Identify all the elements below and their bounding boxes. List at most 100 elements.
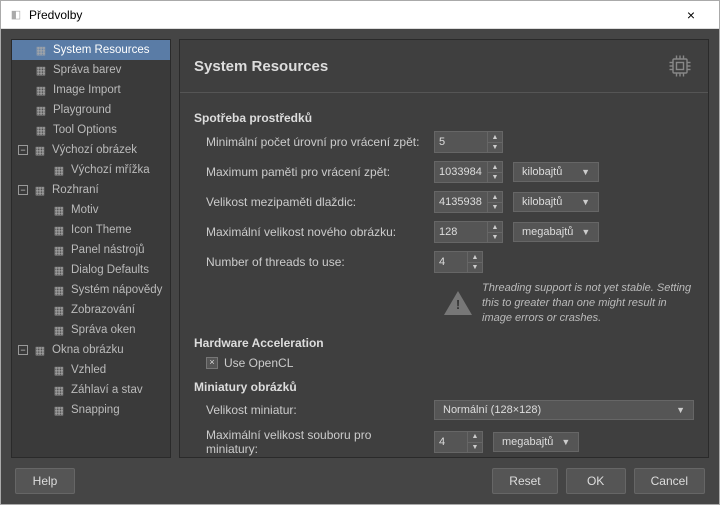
tile-cache-input[interactable] — [434, 191, 488, 213]
unit-label: kilobajtů — [522, 196, 562, 208]
sidebar-item-label: Záhlaví a stav — [71, 384, 143, 396]
section-title-hwaccel: Hardware Acceleration — [194, 336, 694, 350]
tile-cache-unit[interactable]: kilobajtů ▼ — [513, 192, 599, 212]
sidebar-item[interactable]: ▦Systém nápovědy — [12, 280, 170, 300]
sidebar-item-icon: ▦ — [34, 123, 48, 137]
sidebar-item-icon: ▦ — [33, 183, 47, 197]
label-tile-cache: Velikost mezipaměti dlaždic: — [194, 195, 424, 209]
sidebar-item-label: Okna obrázku — [52, 344, 124, 356]
label-thumb-max: Maximální velikost souboru pro miniatury… — [194, 428, 424, 456]
app-icon: ◧ — [9, 8, 23, 22]
sidebar-item-icon: ▦ — [52, 383, 66, 397]
ok-button[interactable]: OK — [566, 468, 626, 494]
reset-button[interactable]: Reset — [492, 468, 557, 494]
sidebar-item[interactable]: −▦ Rozhraní — [12, 180, 170, 200]
label-threads: Number of threads to use: — [194, 255, 424, 269]
sidebar-item[interactable]: ▦Snapping — [12, 400, 170, 420]
undo-levels-input[interactable] — [434, 131, 488, 153]
spin-down-icon[interactable]: ▼ — [488, 142, 502, 152]
undo-memory-input[interactable] — [434, 161, 488, 183]
spin-down-icon[interactable]: ▼ — [488, 172, 502, 182]
sidebar-item-label: Výchozí mřížka — [71, 164, 150, 176]
sidebar-item-icon: ▦ — [34, 43, 48, 57]
undo-levels-spinner[interactable]: ▲▼ — [434, 131, 503, 153]
sidebar-item-label: Zobrazování — [71, 304, 135, 316]
spin-down-icon[interactable]: ▼ — [468, 442, 482, 452]
sidebar-item[interactable]: ▦Dialog Defaults — [12, 260, 170, 280]
max-new-image-spinner[interactable]: ▲▼ — [434, 221, 503, 243]
spin-down-icon[interactable]: ▼ — [488, 202, 502, 212]
unit-label: megabajtů — [522, 226, 573, 238]
sidebar-item-label: Vzhled — [71, 364, 106, 376]
sidebar-item[interactable]: ▦Správa barev — [12, 60, 170, 80]
thumb-size-value: Normální (128×128) — [443, 404, 541, 416]
threads-spinner[interactable]: ▲▼ — [434, 251, 483, 273]
undo-memory-unit[interactable]: kilobajtů ▼ — [513, 162, 599, 182]
sidebar-item[interactable]: ▦Výchozí mřížka — [12, 160, 170, 180]
sidebar-item-label: Rozhraní — [52, 184, 99, 196]
undo-memory-spinner[interactable]: ▲▼ — [434, 161, 503, 183]
spin-up-icon[interactable]: ▲ — [488, 132, 502, 142]
sidebar-item[interactable]: ▦Icon Theme — [12, 220, 170, 240]
sidebar-item-label: Playground — [53, 104, 111, 116]
cancel-button[interactable]: Cancel — [634, 468, 705, 494]
sidebar-item[interactable]: ▦Motiv — [12, 200, 170, 220]
sidebar-item[interactable]: −▦ Okna obrázku — [12, 340, 170, 360]
chip-icon — [666, 52, 694, 80]
sidebar-item[interactable]: ▦Správa oken — [12, 320, 170, 340]
max-new-image-unit[interactable]: megabajtů ▼ — [513, 222, 599, 242]
sidebar-item[interactable]: ▦ System Resources — [12, 40, 170, 60]
max-new-image-input[interactable] — [434, 221, 488, 243]
thumb-max-unit[interactable]: megabajtů ▼ — [493, 432, 579, 452]
sidebar-item-icon: ▦ — [52, 203, 66, 217]
spin-up-icon[interactable]: ▲ — [488, 222, 502, 232]
spin-down-icon[interactable]: ▼ — [468, 262, 482, 272]
window-title: Předvolby — [29, 8, 82, 22]
sidebar-item-icon: ▦ — [52, 363, 66, 377]
sidebar-item-label: System Resources — [53, 44, 150, 56]
sidebar-item-icon: ▦ — [52, 263, 66, 277]
sidebar-item[interactable]: ▦Image Import — [12, 80, 170, 100]
label-undo-levels: Minimální počet úrovní pro vrácení zpět: — [194, 135, 424, 149]
thumb-max-input[interactable] — [434, 431, 468, 453]
spin-up-icon[interactable]: ▲ — [468, 432, 482, 442]
spin-up-icon[interactable]: ▲ — [488, 162, 502, 172]
thumb-max-spinner[interactable]: ▲▼ — [434, 431, 483, 453]
sidebar-item-icon: ▦ — [52, 303, 66, 317]
unit-label: kilobajtů — [522, 166, 562, 178]
sidebar-item[interactable]: ▦ Záhlaví a stav — [12, 380, 170, 400]
section-title-resources: Spotřeba prostředků — [194, 111, 694, 125]
sidebar-item[interactable]: ▦ Zobrazování — [12, 300, 170, 320]
sidebar-item[interactable]: ▦Panel nástrojů — [12, 240, 170, 260]
sidebar-item[interactable]: ▦Playground — [12, 100, 170, 120]
sidebar-item-icon: ▦ — [34, 63, 48, 77]
sidebar-item-icon: ▦ — [33, 343, 47, 357]
close-button[interactable]: × — [671, 7, 711, 23]
titlebar: ◧ Předvolby × — [1, 1, 719, 29]
label-undo-memory: Maximum paměti pro vrácení zpět: — [194, 165, 424, 179]
sidebar-item[interactable]: ▦ Vzhled — [12, 360, 170, 380]
sidebar-item-label: Snapping — [71, 404, 120, 416]
help-button[interactable]: Help — [15, 468, 75, 494]
tree-expander-icon[interactable]: − — [18, 185, 28, 195]
sidebar-item-label: Systém nápovědy — [71, 284, 162, 296]
sidebar-item-label: Správa oken — [71, 324, 136, 336]
spin-down-icon[interactable]: ▼ — [488, 232, 502, 242]
unit-label: megabajtů — [502, 436, 553, 448]
label-max-new-image: Maximální velikost nového obrázku: — [194, 225, 424, 239]
sidebar-item[interactable]: ▦Tool Options — [12, 120, 170, 140]
threads-input[interactable] — [434, 251, 468, 273]
warning-text: Threading support is not yet stable. Set… — [482, 281, 694, 326]
sidebar-item[interactable]: −▦Výchozí obrázek — [12, 140, 170, 160]
thumb-size-select[interactable]: Normální (128×128) ▼ — [434, 400, 694, 420]
spin-up-icon[interactable]: ▲ — [488, 192, 502, 202]
spin-up-icon[interactable]: ▲ — [468, 252, 482, 262]
opencl-label: Use OpenCL — [224, 356, 293, 370]
tree-expander-icon[interactable]: − — [18, 345, 28, 355]
sidebar-item-label: Icon Theme — [71, 224, 132, 236]
chevron-down-icon: ▼ — [581, 197, 590, 207]
opencl-checkbox[interactable]: × Use OpenCL — [194, 356, 694, 370]
section-title-thumbs: Miniatury obrázků — [194, 380, 694, 394]
tree-expander-icon[interactable]: − — [18, 145, 28, 155]
tile-cache-spinner[interactable]: ▲▼ — [434, 191, 503, 213]
